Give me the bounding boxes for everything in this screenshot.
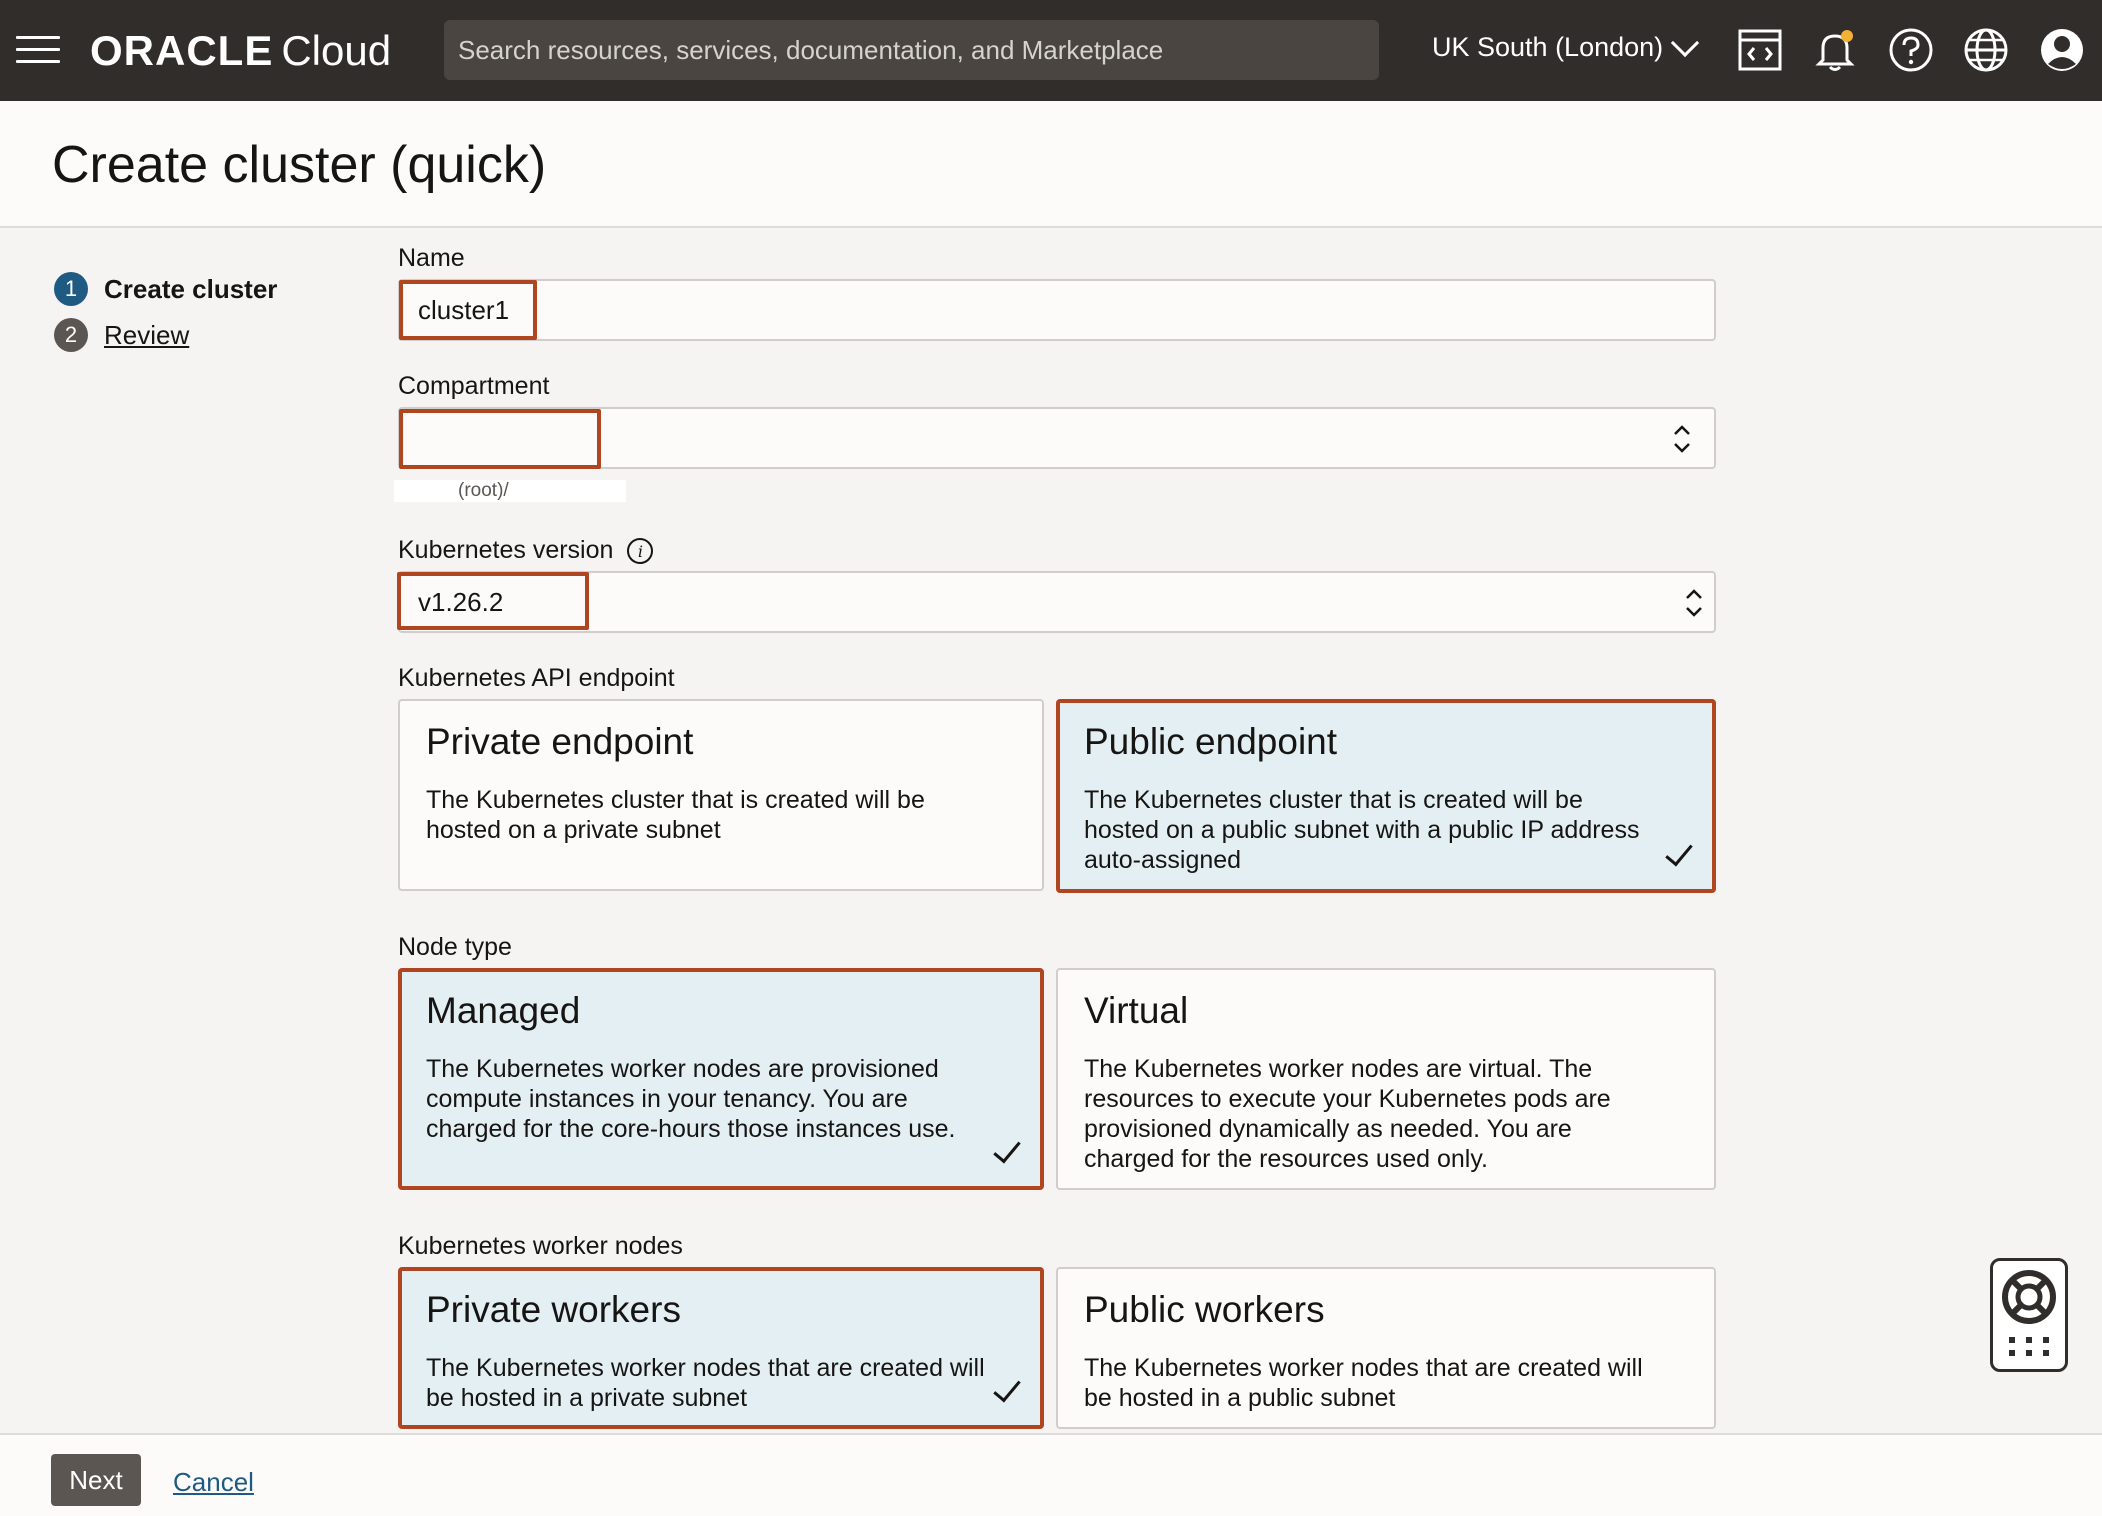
card-title: Virtual (1084, 990, 1189, 1031)
chevron-down-icon (1671, 28, 1700, 57)
card-title: Private endpoint (426, 721, 694, 762)
compartment-path-text: (root)/ (458, 480, 509, 501)
name-label: Name (398, 244, 465, 272)
card-title: Public workers (1084, 1289, 1325, 1330)
next-button[interactable]: Next (51, 1454, 141, 1506)
private-endpoint-card[interactable]: Private endpoint The Kubernetes cluster … (398, 699, 1044, 891)
virtual-node-card[interactable]: Virtual The Kubernetes worker nodes are … (1056, 968, 1716, 1190)
card-description: The Kubernetes worker nodes are virtual.… (1084, 1055, 1611, 1173)
user-profile-icon[interactable] (2038, 26, 2086, 74)
oracle-cloud-logo[interactable]: ORACLE Cloud (90, 27, 391, 75)
help-widget[interactable] (1990, 1258, 2068, 1372)
card-description: The Kubernetes cluster that is created w… (426, 786, 925, 844)
region-selector[interactable]: UK South (London) (1432, 28, 1700, 63)
grid-dots-icon (2009, 1337, 2049, 1356)
help-icon[interactable] (1887, 26, 1935, 74)
notifications-bell-icon[interactable] (1811, 26, 1859, 74)
card-description: The Kubernetes worker nodes that are cre… (426, 1354, 985, 1412)
step-number: 1 (54, 272, 88, 306)
language-globe-icon[interactable] (1962, 26, 2010, 74)
step-label[interactable]: Review (104, 320, 189, 351)
k8s-version-value: v1.26.2 (418, 586, 504, 617)
page-header: Create cluster (quick) (0, 101, 2102, 228)
api-endpoint-label: Kubernetes API endpoint (398, 664, 675, 692)
step-number: 2 (54, 318, 88, 352)
info-icon[interactable]: i (627, 538, 654, 565)
card-description: The Kubernetes worker nodes are provisio… (426, 1055, 956, 1143)
card-title: Managed (426, 990, 581, 1031)
card-description: The Kubernetes worker nodes that are cre… (1084, 1354, 1643, 1412)
compartment-label: Compartment (398, 372, 550, 400)
brand-name: ORACLE (90, 27, 274, 74)
step-label: Create cluster (104, 273, 278, 304)
public-endpoint-card[interactable]: Public endpoint The Kubernetes cluster t… (1056, 699, 1716, 893)
product-name: Cloud (281, 27, 392, 74)
cancel-link[interactable]: Cancel (173, 1467, 254, 1498)
checkmark-icon (1665, 837, 1693, 867)
name-value: cluster1 (418, 294, 510, 325)
checkmark-icon (993, 1134, 1021, 1164)
k8s-version-label-row: Kubernetes version i (398, 536, 654, 565)
step-create-cluster: 1 Create cluster (54, 266, 277, 312)
lifebuoy-icon (2002, 1270, 2056, 1356)
name-input[interactable]: cluster1 (398, 279, 1716, 341)
node-type-label: Node type (398, 933, 512, 961)
step-review[interactable]: 2 Review (54, 312, 277, 358)
region-label: UK South (London) (1432, 32, 1664, 62)
public-workers-card[interactable]: Public workers The Kubernetes worker nod… (1056, 1267, 1716, 1429)
k8s-version-select[interactable]: v1.26.2 (398, 571, 1716, 633)
card-title: Public endpoint (1084, 721, 1338, 762)
card-description: The Kubernetes cluster that is created w… (1084, 786, 1640, 874)
managed-node-card[interactable]: Managed The Kubernetes worker nodes are … (398, 968, 1044, 1190)
top-navigation-bar: ORACLE Cloud Search resources, services,… (0, 0, 2102, 101)
footer-actions: Next Cancel (0, 1433, 2102, 1516)
worker-nodes-label: Kubernetes worker nodes (398, 1232, 683, 1260)
private-workers-card[interactable]: Private workers The Kubernetes worker no… (398, 1267, 1044, 1429)
cloud-shell-icon[interactable] (1736, 26, 1784, 74)
select-arrows-icon (1686, 589, 1702, 617)
search-input[interactable]: Search resources, services, documentatio… (444, 20, 1379, 80)
wizard-steps: 1 Create cluster 2 Review (54, 266, 277, 358)
page-title: Create cluster (quick) (52, 136, 547, 194)
search-placeholder: Search resources, services, documentatio… (458, 34, 1164, 65)
card-title: Private workers (426, 1289, 681, 1330)
compartment-select[interactable] (398, 407, 1716, 469)
select-arrows-icon (1674, 425, 1690, 453)
menu-icon[interactable] (16, 36, 60, 64)
compartment-path-helper: (root)/ (394, 480, 626, 502)
k8s-version-label: Kubernetes version (398, 536, 614, 564)
